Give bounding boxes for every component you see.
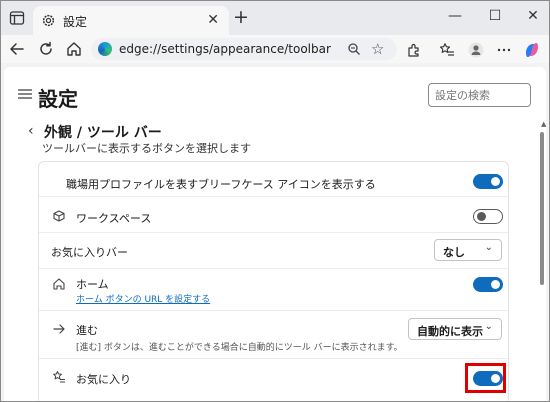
toggle-knob <box>491 177 500 186</box>
toggle-home[interactable] <box>473 277 503 292</box>
home-icon <box>53 278 65 290</box>
gear-icon <box>42 14 55 27</box>
maximize-button[interactable]: ☐ <box>485 8 505 24</box>
tab-bar: 設定 ✕ + — ☐ ✕ <box>1 1 549 35</box>
extensions-icon[interactable] <box>406 42 422 58</box>
divider <box>39 196 508 197</box>
address-url[interactable]: edge://settings/appearance/toolbar <box>119 42 331 56</box>
setting-label-briefcase: 職場用プロファイルを表すブリーフケース アイコンを表示する <box>66 178 376 191</box>
more-icon[interactable] <box>496 42 512 58</box>
scroll-up-arrow[interactable]: ▲ <box>541 120 546 128</box>
favorites-icon[interactable] <box>439 42 455 58</box>
chevron-down-icon: ⌄ <box>484 321 493 332</box>
settings-search-input[interactable] <box>428 83 531 107</box>
divider <box>39 310 508 311</box>
back-icon[interactable] <box>8 40 26 58</box>
toggle-briefcase[interactable] <box>473 174 503 189</box>
divider <box>39 268 508 269</box>
window-menu-icon[interactable] <box>9 10 25 26</box>
new-tab-button[interactable]: + <box>233 7 249 27</box>
back-arrow-button[interactable]: ‹ <box>28 123 34 139</box>
browser-toolbar: edge://settings/appearance/toolbar ☆ <box>1 35 549 63</box>
refresh-icon[interactable] <box>37 40 55 58</box>
setting-label-favorites: お気に入り <box>76 373 131 386</box>
zoom-icon[interactable] <box>347 42 361 56</box>
section-description: ツールバーに表示するボタンを選択します <box>42 142 251 155</box>
minimize-button[interactable]: — <box>445 8 465 24</box>
browser-window: 設定 ✕ + — ☐ ✕ edge://settings/appearance/… <box>0 0 550 402</box>
dropdown-value: なし <box>443 246 465 259</box>
tab-title: 設定 <box>63 15 88 29</box>
forward-arrow-icon <box>53 324 65 334</box>
setting-label-favorites-bar: お気に入りバー <box>51 246 128 259</box>
address-bar[interactable]: edge://settings/appearance/toolbar ☆ <box>91 38 397 60</box>
toggle-knob <box>491 280 500 289</box>
close-window-button[interactable]: ✕ <box>523 8 543 24</box>
favorite-star-icon[interactable]: ☆ <box>371 40 384 58</box>
tab-close-button[interactable]: ✕ <box>207 12 219 28</box>
tab-settings[interactable]: 設定 ✕ <box>33 6 229 35</box>
settings-page: 設定 ▲ ‹ 外観 / ツール バー ツールバーに表示するボタンを選択します 職… <box>4 67 546 401</box>
page-title: 設定 <box>38 87 78 111</box>
toolbar-settings-card: 職場用プロファイルを表すブリーフケース アイコンを表示する ワークスペース お気… <box>38 161 509 401</box>
setting-label-home: ホーム <box>76 278 109 291</box>
toggle-workspaces[interactable] <box>473 209 503 224</box>
divider <box>39 358 508 359</box>
copilot-icon[interactable] <box>524 42 540 58</box>
edge-logo-icon <box>98 42 112 56</box>
profile-icon[interactable] <box>468 42 484 58</box>
divider <box>39 232 508 233</box>
setting-label-forward: 進む <box>76 324 98 337</box>
home-url-link[interactable]: ホーム ボタンの URL を設定する <box>76 292 210 305</box>
home-icon[interactable] <box>65 40 83 58</box>
forward-dropdown[interactable]: 自動的に表示 ⌄ <box>408 318 502 340</box>
toggle-knob <box>477 212 486 221</box>
highlight-box <box>465 363 506 393</box>
setting-label-workspaces: ワークスペース <box>76 212 152 225</box>
favorites-icon <box>53 371 65 383</box>
workspaces-icon <box>53 210 65 222</box>
favorites-bar-dropdown[interactable]: なし ⌄ <box>434 239 502 261</box>
forward-description: [進む] ボタンは、進むことができる場合に自動的にツール バーに表示されます。 <box>76 343 403 353</box>
chevron-down-icon: ⌄ <box>484 242 493 253</box>
scrollbar-thumb[interactable] <box>540 132 544 285</box>
dropdown-value: 自動的に表示 <box>417 325 483 338</box>
section-title: 外観 / ツール バー <box>44 125 162 141</box>
menu-icon[interactable] <box>18 89 32 99</box>
